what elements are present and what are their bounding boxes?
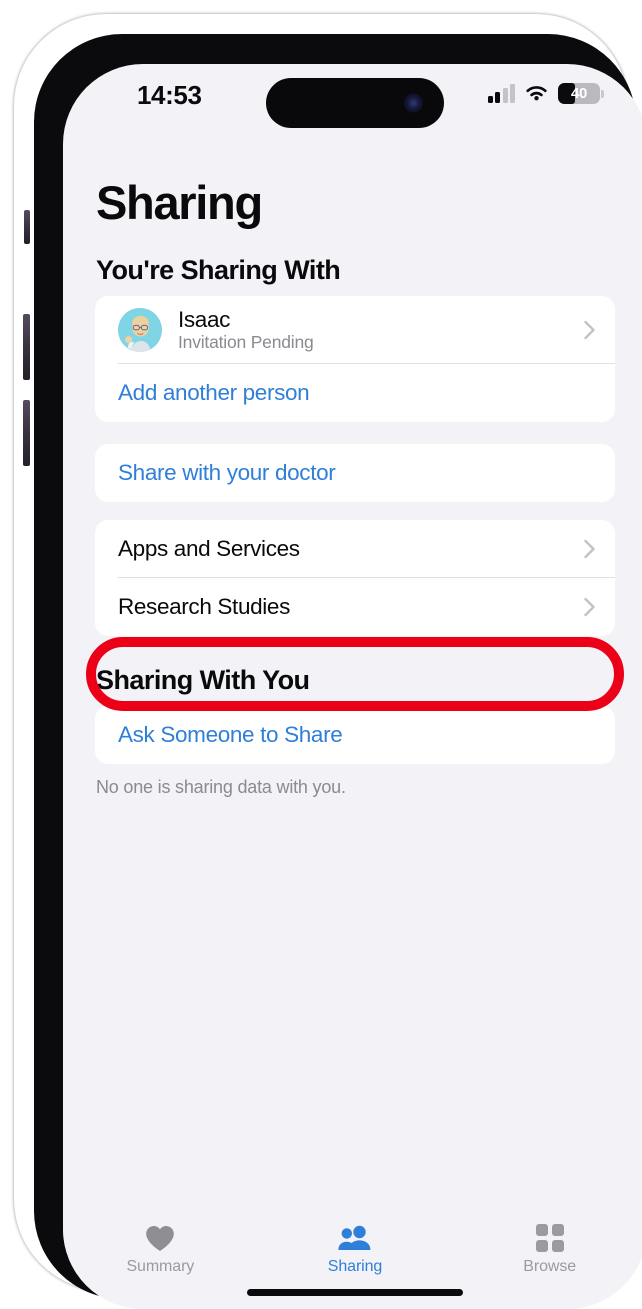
research-studies-label: Research Studies — [118, 594, 290, 619]
wifi-icon — [526, 86, 547, 101]
phone-frame: 14:53 40 Sharing You're Sharing With Isa… — [14, 14, 642, 1309]
ask-someone-to-share-button[interactable]: Ask Someone to Share — [95, 706, 615, 764]
cellular-signal-icon — [487, 84, 515, 103]
status-bar-clock: 14:53 — [137, 80, 202, 110]
chevron-right-icon — [584, 597, 595, 617]
chevron-right-icon — [584, 320, 595, 340]
dynamic-island — [266, 78, 444, 128]
page-title: Sharing — [96, 176, 263, 229]
empty-state-text: No one is sharing data with you. — [96, 777, 346, 797]
front-camera-icon — [404, 93, 423, 113]
tab-summary[interactable]: Summary — [63, 1223, 258, 1276]
status-bar: 14:53 40 — [63, 64, 642, 128]
shared-people-card: Isaac Invitation Pending Add another per… — [95, 296, 615, 422]
screenshot-stage: 14:53 40 Sharing You're Sharing With Isa… — [0, 0, 642, 1309]
section-header-youre-sharing-with: You're Sharing With — [96, 255, 341, 285]
battery-tip — [601, 89, 604, 98]
battery-percentage: 40 — [570, 85, 588, 102]
chevron-right-icon — [584, 539, 595, 559]
tab-label-browse: Browse — [523, 1258, 577, 1275]
section-header-sharing-with-you: Sharing With You — [96, 665, 310, 695]
person-info: Isaac Invitation Pending — [178, 307, 314, 353]
grid-icon — [535, 1223, 564, 1253]
tab-sharing[interactable]: Sharing — [258, 1223, 453, 1276]
volume-down-button[interactable] — [23, 400, 30, 466]
heart-icon — [145, 1223, 175, 1253]
tab-browse[interactable]: Browse — [452, 1223, 642, 1276]
status-bar-indicators: 40 — [487, 83, 604, 104]
services-card: Apps and Services Research Studies — [95, 520, 615, 636]
share-with-doctor-card: Share with your doctor — [95, 444, 615, 502]
add-another-person-label: Add another person — [118, 380, 310, 405]
sharing-with-you-card: Ask Someone to Share — [95, 706, 615, 764]
phone-screen: 14:53 40 Sharing You're Sharing With Isa… — [63, 64, 642, 1309]
battery-icon: 40 — [558, 83, 604, 104]
volume-up-button[interactable] — [23, 314, 30, 380]
phone-bezel: 14:53 40 Sharing You're Sharing With Isa… — [34, 34, 642, 1309]
ask-someone-to-share-label: Ask Someone to Share — [118, 722, 343, 747]
silent-switch[interactable] — [24, 210, 30, 244]
add-another-person-button[interactable]: Add another person — [95, 364, 615, 422]
share-with-doctor-button[interactable]: Share with your doctor — [95, 444, 615, 502]
tab-label-sharing: Sharing — [327, 1258, 383, 1275]
tab-label-summary: Summary — [126, 1258, 195, 1275]
apps-and-services-row[interactable]: Apps and Services — [95, 520, 615, 578]
person-name: Isaac — [178, 307, 231, 333]
person-row-isaac[interactable]: Isaac Invitation Pending — [95, 296, 615, 364]
research-studies-row[interactable]: Research Studies — [95, 578, 615, 636]
memoji-avatar — [118, 308, 162, 352]
sharing-screen-content: Sharing You're Sharing With Isaac Invita… — [63, 126, 642, 1309]
two-people-icon — [338, 1223, 372, 1253]
apps-and-services-label: Apps and Services — [118, 536, 300, 561]
home-indicator[interactable] — [247, 1289, 463, 1296]
share-with-doctor-label: Share with your doctor — [118, 460, 336, 485]
person-status: Invitation Pending — [178, 332, 314, 353]
